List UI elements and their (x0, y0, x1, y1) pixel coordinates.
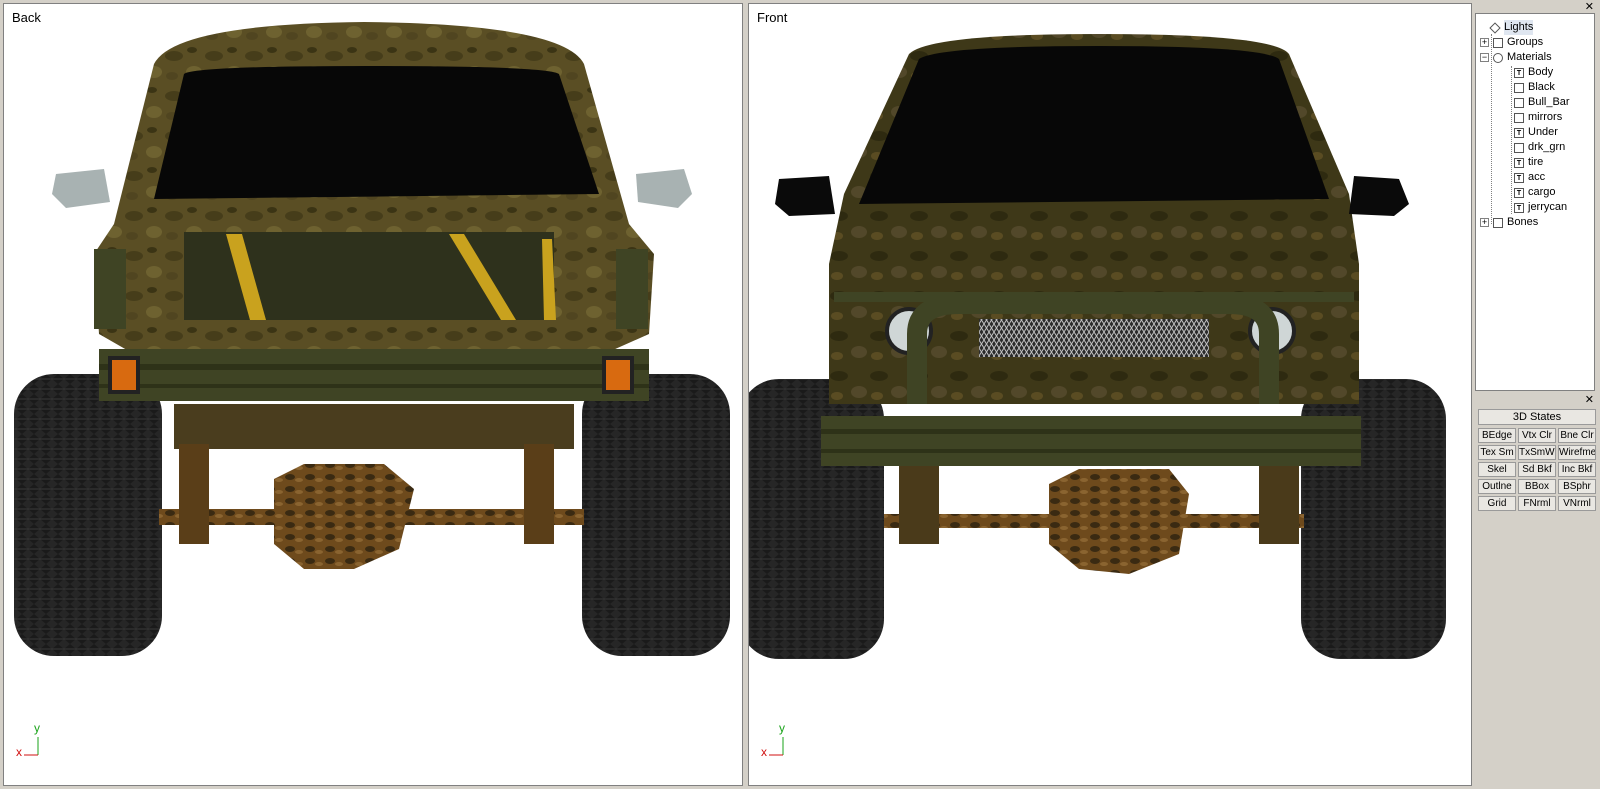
states-title-button[interactable]: 3D States (1478, 409, 1596, 425)
texture-icon (1514, 202, 1524, 213)
tree-item-bull-bar[interactable]: Bull_Bar (1514, 95, 1570, 110)
tree-item-mirrors[interactable]: mirrors (1514, 110, 1562, 125)
tree-item-bones[interactable]: + Bones (1480, 215, 1538, 230)
tree-item-drk-grn[interactable]: drk_grn (1514, 140, 1565, 155)
truck-back-render (14, 22, 730, 656)
groups-icon (1493, 37, 1503, 48)
sd-bkf-button[interactable]: Sd Bkf (1518, 462, 1556, 477)
scene-tree[interactable]: Lights + Groups − Materials Body Black B… (1475, 13, 1595, 391)
texture-icon (1514, 172, 1524, 183)
texture-icon (1514, 67, 1524, 78)
tree-item-cargo[interactable]: cargo (1514, 185, 1556, 200)
axis-x-label: x (761, 745, 767, 759)
tree-item-jerrycan[interactable]: jerrycan (1514, 200, 1567, 215)
skel-button[interactable]: Skel (1478, 462, 1516, 477)
bbox-button[interactable]: BBox (1518, 479, 1556, 494)
expand-icon[interactable]: + (1480, 38, 1489, 47)
tree-item-lights[interactable]: Lights (1489, 20, 1534, 35)
back-viewport[interactable]: Back y x (3, 3, 743, 786)
tree-item-label: mirrors (1528, 111, 1563, 123)
tree-item-label: tire (1528, 156, 1544, 168)
tree-item-materials[interactable]: − Materials (1480, 50, 1552, 65)
close-icon[interactable]: ✕ (1585, 393, 1594, 406)
tree-item-label: Materials (1507, 51, 1552, 63)
front-viewport[interactable]: Front y x (748, 3, 1472, 786)
axis-y-label: y (779, 721, 785, 735)
bsphr-button[interactable]: BSphr (1558, 479, 1596, 494)
tire-left (14, 374, 162, 656)
bedge-button[interactable]: BEdge (1478, 428, 1516, 443)
tree-item-groups[interactable]: + Groups (1480, 35, 1543, 50)
axis-gizmo-back: y x (16, 721, 56, 761)
tree-item-body[interactable]: Body (1514, 65, 1553, 80)
texture-icon (1514, 127, 1524, 138)
bones-icon (1493, 217, 1503, 228)
material-icon (1514, 112, 1524, 123)
tree-item-label: Groups (1507, 36, 1544, 48)
tree-item-black[interactable]: Black (1514, 80, 1555, 95)
tree-item-label: Under (1528, 126, 1558, 138)
tree-item-label: jerrycan (1528, 201, 1568, 213)
tree-item-label: Bull_Bar (1528, 96, 1570, 108)
inc-bkf-button[interactable]: Inc Bkf (1558, 462, 1596, 477)
axis-x-label: x (16, 745, 22, 759)
wireframe-button[interactable]: Wirefme (1558, 445, 1596, 460)
txsmwr-button[interactable]: TxSmWr (1518, 445, 1556, 460)
material-icon (1514, 142, 1524, 153)
tree-item-label: Lights (1504, 20, 1534, 35)
fnrml-button[interactable]: FNrml (1518, 496, 1556, 511)
material-icon (1514, 97, 1524, 108)
tree-item-under[interactable]: Under (1514, 125, 1558, 140)
tree-item-label: drk_grn (1528, 141, 1566, 153)
texture-icon (1514, 157, 1524, 168)
materials-icon (1493, 52, 1503, 63)
vnrml-button[interactable]: VNrml (1558, 496, 1596, 511)
axis-y-label: y (34, 721, 40, 735)
expand-icon[interactable]: + (1480, 218, 1489, 227)
bne-clr-button[interactable]: Bne Clr (1558, 428, 1596, 443)
tree-item-tire[interactable]: tire (1514, 155, 1543, 170)
texture-icon (1514, 187, 1524, 198)
truck-front-render (749, 34, 1446, 659)
light-icon (1489, 21, 1501, 34)
collapse-icon[interactable]: − (1480, 53, 1489, 62)
tex-sm-button[interactable]: Tex Sm (1478, 445, 1516, 460)
scene-tree-panel: ✕ Lights + Groups − Materials Body Black (1475, 0, 1597, 391)
axis-gizmo-front: y x (761, 721, 801, 761)
tree-item-label: acc (1528, 171, 1546, 183)
outline-button[interactable]: Outlne (1478, 479, 1516, 494)
tree-item-label: Bones (1507, 216, 1539, 228)
close-icon[interactable]: ✕ (1585, 0, 1594, 13)
states-panel: ✕ 3D States BEdge Vtx Clr Bne Clr Tex Sm… (1475, 393, 1597, 786)
tire-right (582, 374, 730, 656)
grid-button[interactable]: Grid (1478, 496, 1516, 511)
material-icon (1514, 82, 1524, 93)
tree-item-acc[interactable]: acc (1514, 170, 1545, 185)
tree-item-label: Black (1528, 81, 1555, 93)
vtx-clr-button[interactable]: Vtx Clr (1518, 428, 1556, 443)
tree-item-label: Body (1528, 66, 1554, 78)
tree-item-label: cargo (1528, 186, 1556, 198)
